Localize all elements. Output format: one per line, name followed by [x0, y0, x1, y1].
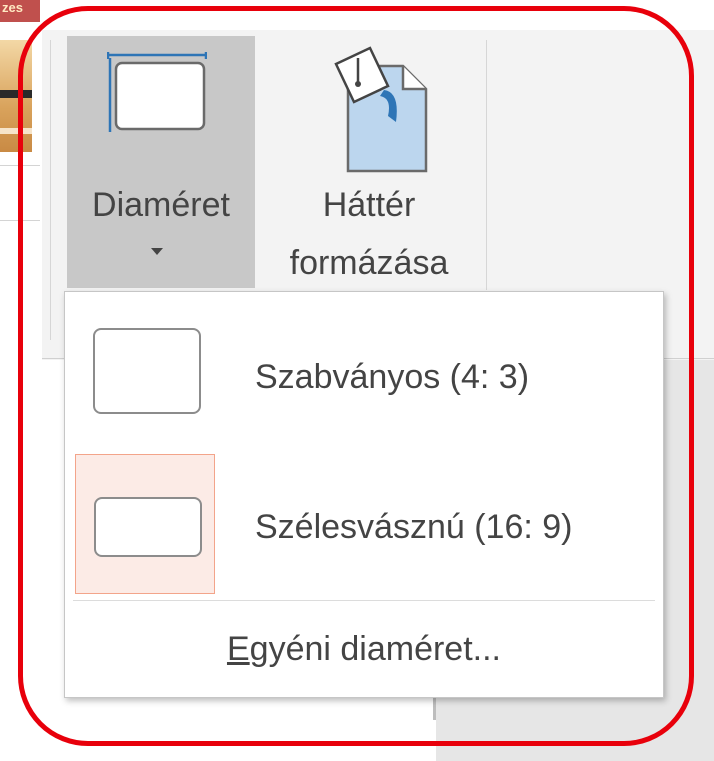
standard-4-3-icon — [93, 328, 201, 414]
custom-size-text: gyéni diaméret... — [249, 630, 502, 668]
theme-thumbnail-highlight — [0, 128, 32, 134]
menu-divider — [73, 600, 655, 601]
slide-size-icon — [107, 52, 207, 132]
slide-size-button[interactable]: Diaméret — [67, 36, 255, 288]
strip-divider — [0, 165, 40, 166]
slide-size-label: Diaméret — [92, 186, 230, 224]
widescreen-16-9-icon — [94, 497, 202, 557]
theme-tab-text: zes — [2, 0, 23, 15]
format-background-label-line2: formázása — [289, 244, 449, 282]
menu-item-standard[interactable]: Szabványos (4: 3) — [73, 312, 655, 452]
menu-item-widescreen-label: Szélesvásznú (16: 9) — [255, 508, 573, 546]
strip-divider — [0, 220, 40, 221]
widescreen-16-9-icon-box — [75, 454, 215, 594]
menu-item-widescreen[interactable]: Szélesvásznú (16: 9) — [73, 454, 655, 594]
left-ribbon-strip: zes — [0, 0, 42, 761]
theme-thumbnail-stripe — [0, 90, 32, 98]
menu-item-custom-size[interactable]: Egyéni diaméret... — [73, 610, 655, 680]
ribbon-group-divider — [50, 40, 51, 340]
format-background-icon — [334, 46, 428, 173]
accelerator-key: E — [226, 630, 250, 668]
format-background-label-line1: Háttér — [322, 186, 416, 224]
slide-size-dropdown: Szabványos (4: 3) Szélesvásznú (16: 9) E… — [64, 291, 664, 698]
menu-item-standard-label: Szabványos (4: 3) — [255, 358, 530, 396]
standard-4-3-icon-box — [75, 312, 215, 452]
format-background-button[interactable]: Háttér formázása — [258, 36, 480, 288]
ribbon-group-divider — [486, 40, 487, 290]
chevron-down-icon — [151, 248, 163, 255]
menu-item-custom-size-label: Egyéni diaméret... — [73, 630, 655, 669]
theme-thumbnail-label[interactable]: zes — [0, 0, 40, 22]
